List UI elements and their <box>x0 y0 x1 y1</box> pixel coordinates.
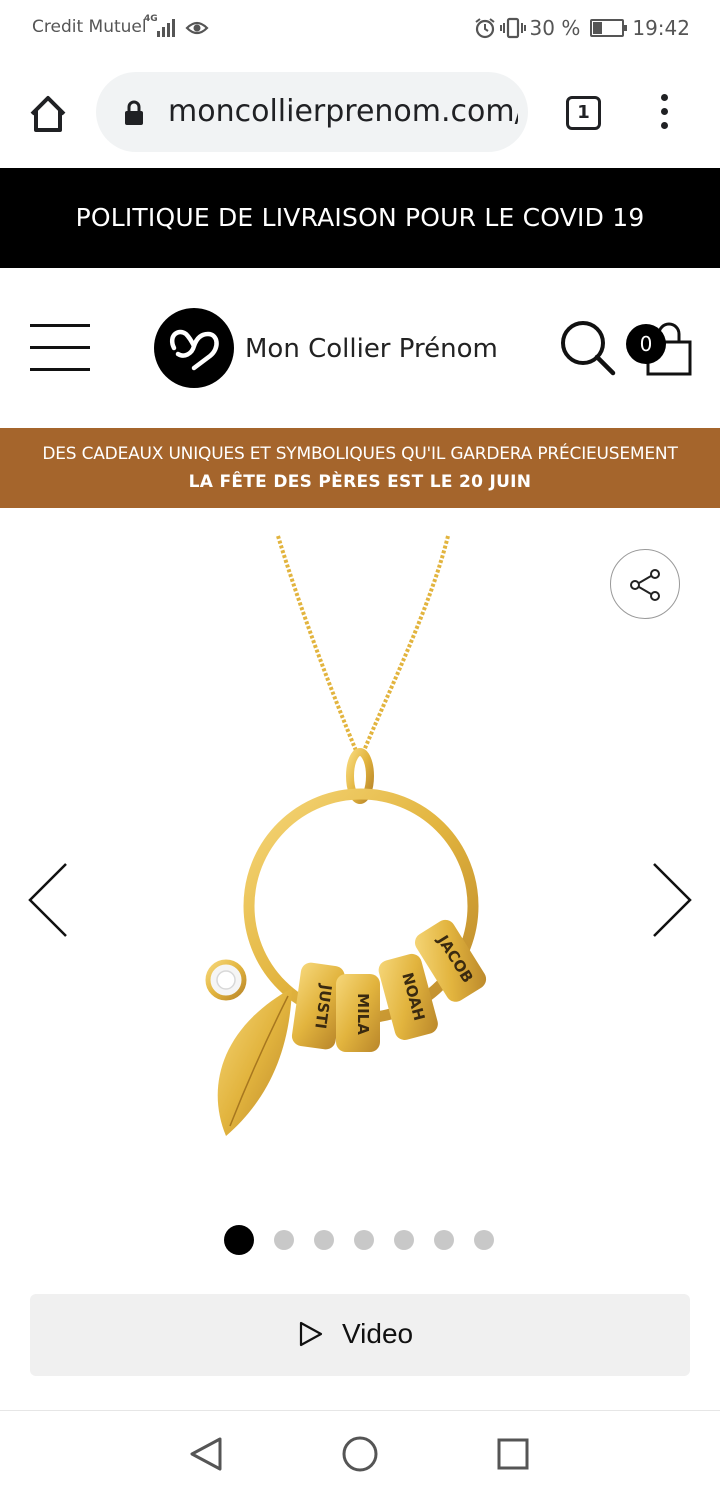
home-icon[interactable] <box>26 92 70 136</box>
battery-percent: 30 % <box>529 16 581 40</box>
clock: 19:42 <box>632 16 690 40</box>
gallery-pagination <box>224 1225 514 1255</box>
cart-button[interactable]: 0 <box>626 318 692 378</box>
share-button[interactable] <box>610 549 680 619</box>
battery-icon <box>590 19 628 37</box>
pagination-dot[interactable] <box>354 1230 374 1250</box>
logo-icon[interactable] <box>154 308 234 388</box>
necklace-product-image[interactable]: JUSTI MILA NOAH JACOB <box>150 528 570 1188</box>
promo-date: LA FÊTE DES PÈRES EST LE 20 JUIN <box>188 472 532 492</box>
bead-mila: MILA <box>336 974 380 1052</box>
pagination-dot[interactable] <box>224 1225 254 1255</box>
site-header: Mon Collier Prénom 0 <box>0 268 720 428</box>
eye-icon <box>185 21 209 35</box>
promo-headline: DES CADEAUX UNIQUES ET SYMBOLIQUES QU'IL… <box>42 444 678 464</box>
previous-image-arrow-icon[interactable] <box>26 860 72 940</box>
status-bar: Credit Mutuel 4G 30 % 19:42 <box>0 0 720 56</box>
recent-apps-icon[interactable] <box>496 1437 530 1471</box>
network-type: 4G <box>144 14 158 24</box>
site-name[interactable]: Mon Collier Prénom <box>245 334 498 364</box>
lock-icon <box>125 100 143 125</box>
pagination-dot[interactable] <box>394 1230 414 1250</box>
menu-icon[interactable] <box>30 324 90 372</box>
tab-switcher-button[interactable]: 1 <box>566 96 601 130</box>
pagination-dot[interactable] <box>434 1230 454 1250</box>
more-menu-icon[interactable] <box>652 94 676 134</box>
status-right-group: 30 % 19:42 <box>474 16 690 40</box>
video-label: Video <box>342 1318 414 1349</box>
system-navigation-bar <box>0 1410 720 1496</box>
url-text: moncollierprenom.com/ <box>168 94 518 129</box>
fathers-day-promo-banner[interactable]: DES CADEAUX UNIQUES ET SYMBOLIQUES QU'IL… <box>0 428 720 508</box>
play-icon <box>299 1321 323 1347</box>
bead-label: MILA <box>354 993 372 1035</box>
browser-toolbar: moncollierprenom.com/ 1 <box>0 56 720 168</box>
share-icon <box>630 569 660 601</box>
vibrate-icon <box>499 17 526 39</box>
home-nav-icon[interactable] <box>341 1435 379 1473</box>
search-icon[interactable] <box>558 318 618 378</box>
carrier-name: Credit Mutuel <box>32 17 147 37</box>
back-icon[interactable] <box>188 1435 224 1473</box>
next-image-arrow-icon[interactable] <box>648 860 694 940</box>
pagination-dot[interactable] <box>274 1230 294 1250</box>
address-bar[interactable]: moncollierprenom.com/ <box>96 72 528 152</box>
signal-icon <box>157 19 175 37</box>
cart-count-badge: 0 <box>626 324 666 364</box>
covid-shipping-banner[interactable]: POLITIQUE DE LIVRAISON POUR LE COVID 19 <box>0 168 720 268</box>
alarm-icon <box>474 18 495 39</box>
video-button[interactable]: Video <box>30 1294 690 1376</box>
product-gallery: JUSTI MILA NOAH JACOB <box>0 508 720 1208</box>
pagination-dot[interactable] <box>474 1230 494 1250</box>
pagination-dot[interactable] <box>314 1230 334 1250</box>
